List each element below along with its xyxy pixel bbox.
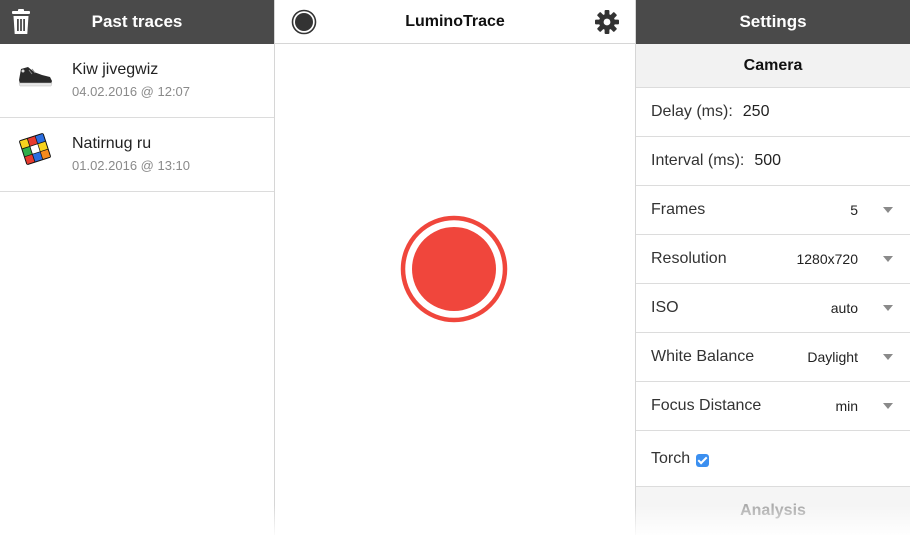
trace-name: Natirnug ru	[72, 135, 152, 152]
focus-distance-select[interactable]: Focus Distance min	[636, 382, 910, 431]
iso-value: auto	[830, 300, 858, 316]
delay-row[interactable]: Delay (ms): 250	[636, 88, 910, 137]
sneaker-thumbnail	[18, 67, 53, 87]
analysis-section-label: Analysis	[740, 502, 806, 519]
past-traces-panel: Past traces Kiw jivegwiz 04.02.2016 @ 12…	[0, 0, 275, 535]
iso-select[interactable]: ISO auto	[636, 284, 910, 333]
chevron-down-icon[interactable]	[883, 354, 893, 360]
torch-label: Torch	[651, 449, 691, 467]
focus-distance-label: Focus Distance	[651, 397, 762, 414]
white-balance-label: White Balance	[651, 348, 755, 365]
chevron-down-icon[interactable]	[883, 305, 893, 311]
trace-item[interactable]: Natirnug ru 01.02.2016 @ 13:10	[0, 118, 274, 192]
white-balance-select[interactable]: White Balance Daylight	[636, 333, 910, 382]
settings-panel: Settings Camera Delay (ms): 250 Interval…	[635, 0, 910, 535]
resolution-value: 1280x720	[796, 251, 858, 267]
chevron-down-icon[interactable]	[883, 256, 893, 262]
frames-select[interactable]: Frames 5	[636, 186, 910, 235]
past-traces-header: Past traces	[0, 0, 274, 44]
torch-checkbox[interactable]	[696, 453, 710, 467]
camera-section-header: Camera	[636, 44, 910, 88]
torch-row: Torch	[636, 431, 910, 487]
rubiks-cube-thumbnail	[19, 133, 51, 165]
trace-date: 04.02.2016 @ 12:07	[72, 84, 191, 99]
past-traces-title: Past traces	[91, 12, 183, 31]
trace-name: Kiw jivegwiz	[72, 61, 159, 78]
record-mode-icon[interactable]	[291, 9, 317, 35]
resolution-label: Resolution	[651, 250, 727, 267]
luminotrace-app: Past traces Kiw jivegwiz 04.02.2016 @ 12…	[0, 0, 910, 535]
trash-icon[interactable]	[9, 9, 33, 35]
chevron-down-icon[interactable]	[883, 403, 893, 409]
white-balance-value: Daylight	[807, 349, 858, 365]
delay-input[interactable]: 250	[743, 103, 770, 121]
camera-section-label: Camera	[743, 56, 803, 74]
interval-label: Interval (ms):	[651, 152, 745, 169]
analysis-section-header[interactable]: Analysis	[636, 487, 910, 535]
record-button[interactable]	[400, 215, 508, 323]
trace-item[interactable]: Kiw jivegwiz 04.02.2016 @ 12:07	[0, 44, 274, 118]
frames-label: Frames	[651, 201, 706, 218]
delay-label: Delay (ms):	[651, 103, 733, 120]
interval-input[interactable]: 500	[754, 152, 781, 170]
focus-distance-value: min	[835, 398, 858, 414]
chevron-down-icon[interactable]	[883, 207, 893, 213]
iso-label: ISO	[651, 299, 679, 316]
app-title: LuminoTrace	[405, 12, 505, 30]
frames-value: 5	[850, 202, 858, 218]
settings-header: Settings	[636, 0, 910, 44]
capture-panel: LuminoTrace	[275, 0, 635, 535]
gear-icon[interactable]	[595, 10, 619, 34]
interval-row[interactable]: Interval (ms): 500	[636, 137, 910, 186]
resolution-select[interactable]: Resolution 1280x720	[636, 235, 910, 284]
capture-header: LuminoTrace	[275, 0, 635, 44]
trace-date: 01.02.2016 @ 13:10	[72, 158, 191, 173]
settings-title: Settings	[739, 12, 807, 31]
